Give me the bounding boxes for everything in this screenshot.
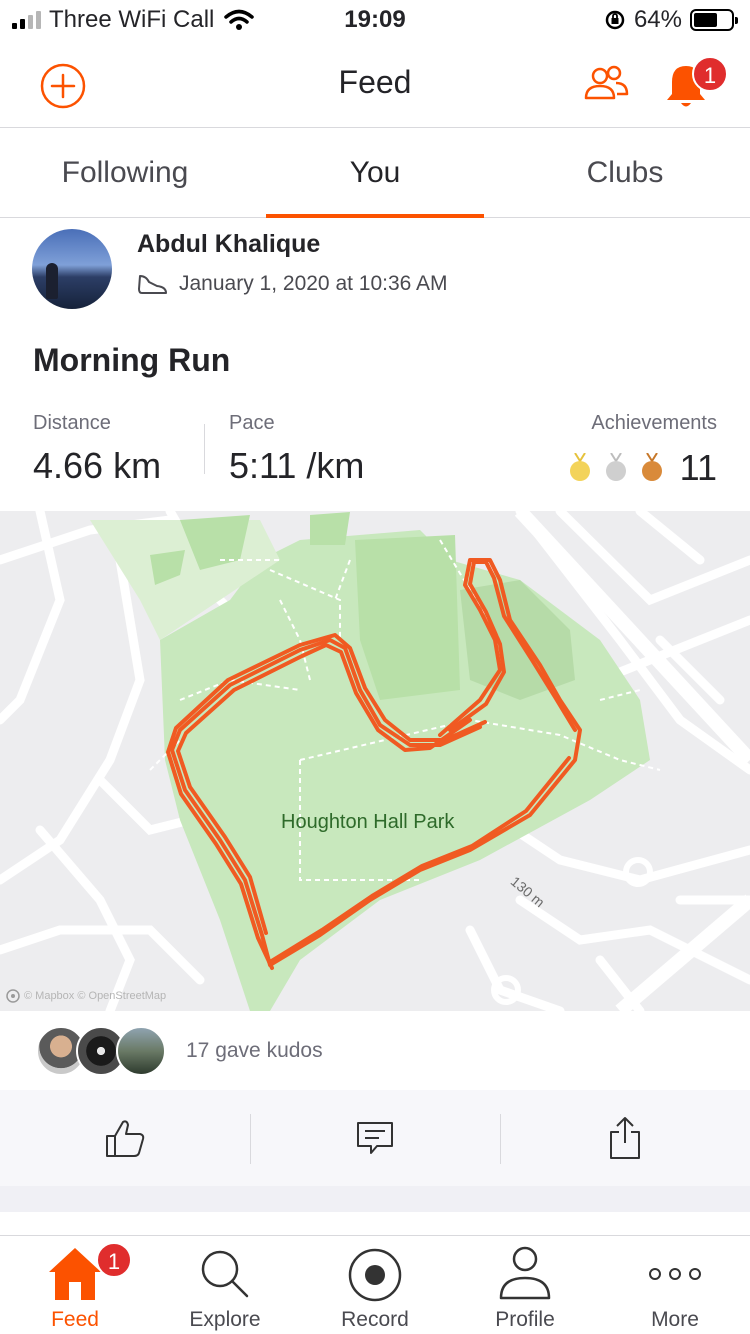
shoe-icon bbox=[138, 275, 167, 294]
record-icon bbox=[348, 1248, 402, 1302]
nav-explore[interactable]: Explore bbox=[150, 1236, 300, 1334]
stat-divider bbox=[204, 424, 205, 474]
nav-feed[interactable]: 1 Feed bbox=[0, 1236, 150, 1334]
comment-icon bbox=[357, 1122, 393, 1154]
kudos-row[interactable]: 17 gave kudos bbox=[36, 1026, 323, 1076]
tab-following[interactable]: Following bbox=[0, 128, 250, 217]
distance-stat: Distance 4.66 km bbox=[33, 412, 161, 487]
notification-badge: 1 bbox=[692, 56, 728, 92]
kudos-count: 17 gave kudos bbox=[186, 1039, 323, 1062]
activity-datetime: January 1, 2020 at 10:36 AM bbox=[179, 272, 448, 295]
attribution-text: © Mapbox © OpenStreetMap bbox=[24, 990, 167, 1002]
home-icon bbox=[49, 1248, 101, 1300]
gold-medal-icon bbox=[569, 453, 590, 481]
find-friends-icon[interactable] bbox=[582, 64, 630, 104]
distance-value: 4.66 km bbox=[33, 445, 162, 486]
pace-stat: Pace 5:11 /km bbox=[229, 412, 364, 487]
avatar[interactable] bbox=[32, 229, 112, 309]
status-bar: Three WiFi Call 19:09 64% bbox=[0, 0, 750, 42]
nav-record[interactable]: Record bbox=[300, 1236, 450, 1334]
share-button[interactable] bbox=[500, 1090, 750, 1186]
distance-label: Distance bbox=[33, 412, 111, 434]
map-canvas bbox=[0, 511, 750, 1011]
pace-label: Pace bbox=[229, 412, 275, 434]
page-title: Feed bbox=[338, 64, 412, 100]
comment-button[interactable] bbox=[250, 1090, 500, 1186]
kudos-button[interactable] bbox=[0, 1090, 250, 1186]
achievements-label: Achievements bbox=[591, 412, 717, 434]
more-icon bbox=[649, 1268, 701, 1280]
nav-profile[interactable]: Profile bbox=[450, 1236, 600, 1334]
thumbs-up-icon bbox=[106, 1120, 145, 1157]
nav-more-label: More bbox=[651, 1308, 699, 1331]
bottom-nav: 1 Feed Explore Record Profile More bbox=[0, 1235, 750, 1334]
achievements-stat: Achievements 11 bbox=[568, 412, 717, 489]
battery-percent: 64% bbox=[633, 6, 682, 33]
bronze-medal-icon bbox=[641, 453, 662, 481]
nav-feed-label: Feed bbox=[51, 1308, 99, 1331]
search-icon bbox=[201, 1250, 249, 1298]
feed-tabs: Following You Clubs bbox=[0, 128, 750, 218]
nav-more[interactable]: More bbox=[600, 1236, 750, 1334]
map-attribution[interactable]: © Mapbox © OpenStreetMap bbox=[6, 989, 166, 1003]
activity-title[interactable]: Morning Run bbox=[33, 342, 230, 379]
silver-medal-icon bbox=[605, 453, 626, 481]
nav-profile-label: Profile bbox=[495, 1308, 555, 1331]
mapbox-logo-icon bbox=[6, 989, 20, 1003]
kudos-avatar bbox=[116, 1026, 166, 1076]
notifications-button[interactable]: 1 bbox=[664, 56, 728, 118]
tab-you[interactable]: You bbox=[250, 128, 500, 218]
tab-clubs[interactable]: Clubs bbox=[500, 128, 750, 217]
feed-separator bbox=[0, 1186, 750, 1212]
pace-value: 5:11 /km bbox=[229, 445, 365, 486]
rotation-lock-icon bbox=[605, 10, 625, 30]
top-nav: Feed 1 bbox=[0, 42, 750, 128]
nav-explore-label: Explore bbox=[189, 1308, 261, 1331]
activity-map[interactable]: Houghton Hall Park 130 m © Mapbox © Open… bbox=[0, 511, 750, 1011]
feed-badge: 1 bbox=[96, 1242, 132, 1278]
profile-icon bbox=[499, 1246, 551, 1300]
share-icon bbox=[610, 1117, 640, 1159]
athlete-name[interactable]: Abdul Khalique bbox=[137, 230, 320, 259]
activity-actions bbox=[0, 1090, 750, 1186]
achievements-count: 11 bbox=[679, 447, 717, 488]
nav-record-label: Record bbox=[341, 1308, 409, 1331]
park-label: Houghton Hall Park bbox=[281, 811, 455, 833]
battery-icon bbox=[690, 9, 738, 31]
